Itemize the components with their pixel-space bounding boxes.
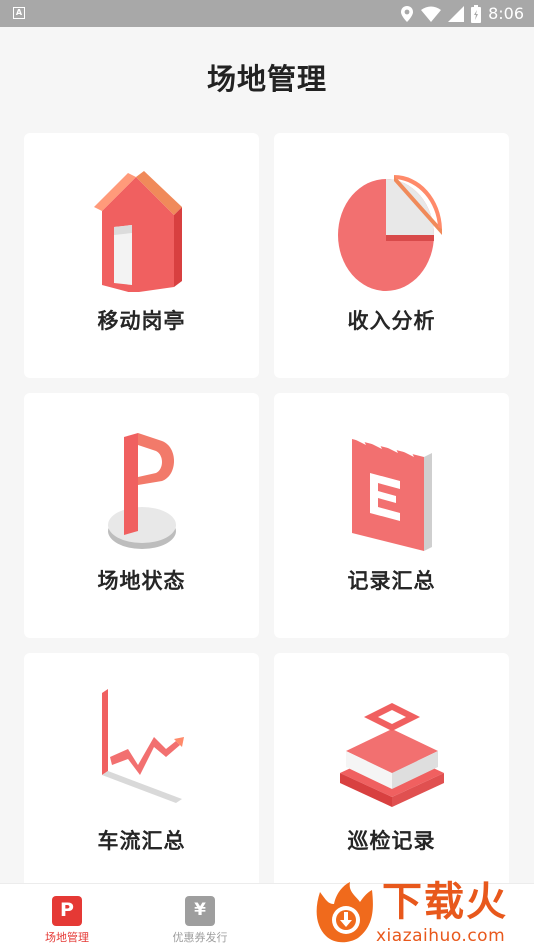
notepad-icon (352, 433, 432, 551)
card-patrol-record[interactable]: 巡检记录 (274, 653, 509, 898)
signal-icon (448, 5, 465, 22)
flame-logo-icon (316, 882, 373, 943)
stacked-layers-icon (340, 703, 444, 807)
status-bar: A 8:06 (0, 0, 534, 27)
card-income-analysis[interactable]: 收入分析 (274, 133, 509, 378)
tab-venue-management[interactable]: P 场地管理 (2, 884, 132, 951)
tab-label: 优惠券发行 (172, 931, 228, 944)
parking-sign-icon (108, 433, 176, 549)
trend-chart-icon (102, 689, 184, 803)
card-label: 移动岗亭 (97, 309, 186, 333)
card-label: 场地状态 (97, 569, 186, 593)
status-time: 8:06 (488, 4, 524, 23)
notification-icon: A (13, 7, 25, 19)
card-traffic-summary[interactable]: 车流汇总 (24, 653, 259, 898)
wifi-icon (421, 6, 442, 22)
card-label: 记录汇总 (347, 569, 436, 593)
watermark-name: 下载火 (382, 879, 508, 925)
watermark-domain: xiazaihuo.com (376, 926, 506, 946)
booth-icon (94, 171, 182, 292)
tab-label: 场地管理 (45, 931, 89, 944)
watermark: 下载火 xiazaihuo.com (304, 878, 530, 948)
location-icon (401, 5, 414, 22)
card-label: 车流汇总 (97, 829, 186, 853)
battery-icon (471, 4, 482, 23)
coupon-tab-icon-glyph: ¥ (194, 900, 206, 920)
page-title: 场地管理 (206, 62, 327, 96)
coupon-tab-icon: ¥ (185, 896, 215, 926)
parking-tab-icon-glyph: P (60, 899, 74, 921)
card-record-summary[interactable]: 记录汇总 (274, 393, 509, 638)
parking-tab-icon: P (52, 896, 82, 926)
card-venue-status[interactable]: 场地状态 (24, 393, 259, 638)
tab-coupon-issue[interactable]: ¥ 优惠券发行 (135, 884, 265, 951)
card-mobile-booth[interactable]: 移动岗亭 (24, 133, 259, 378)
card-label: 巡检记录 (347, 829, 436, 853)
card-label: 收入分析 (347, 309, 436, 333)
pie-chart-icon (338, 174, 442, 291)
